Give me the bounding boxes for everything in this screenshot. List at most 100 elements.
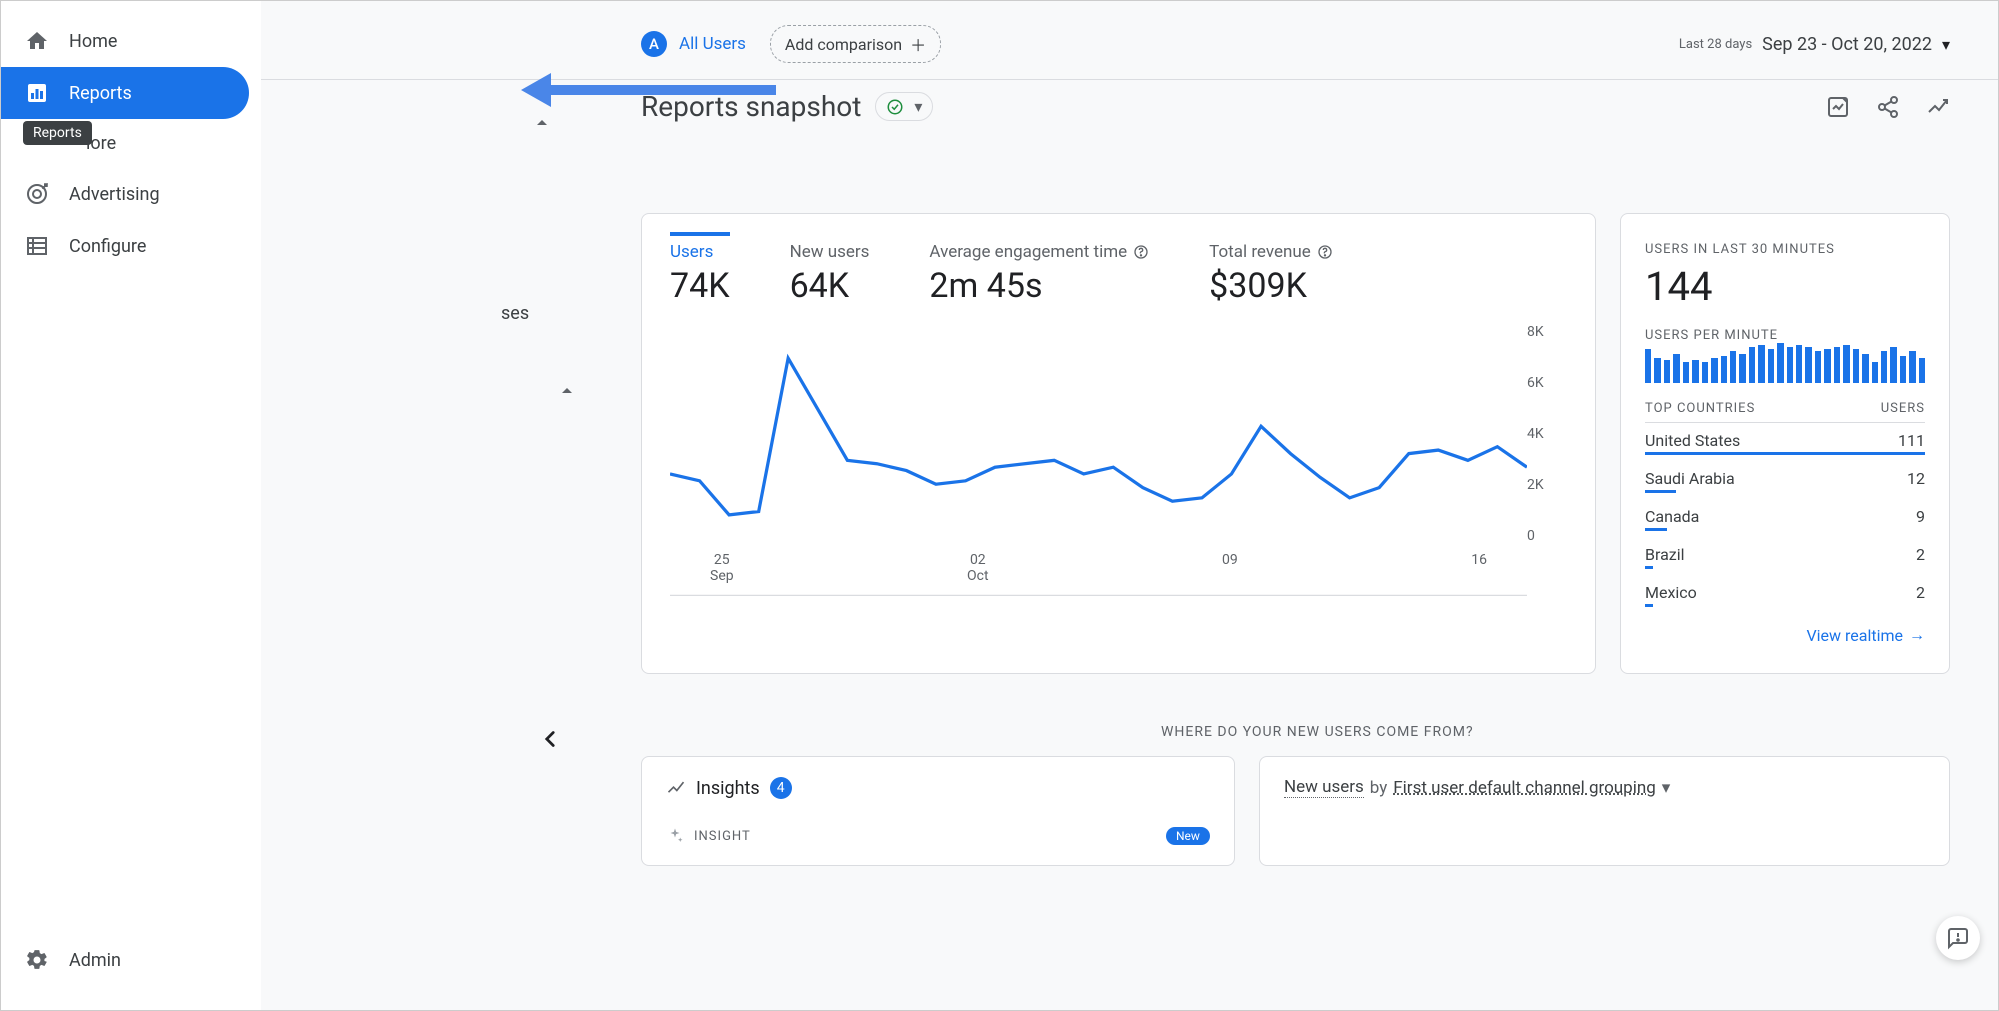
metric-newusers[interactable]: New users 64K — [790, 242, 870, 306]
section-question: WHERE DO YOUR NEW USERS COME FROM? — [261, 724, 1998, 740]
collapse-icon[interactable] — [530, 111, 554, 139]
ytick: 4K — [1527, 426, 1567, 442]
main-content: A All Users Add comparison ＋ Last 28 day… — [261, 1, 1998, 1010]
rt-label2: USERS PER MINUTE — [1645, 328, 1925, 343]
newusers-dropdown[interactable]: New users by First user default channel … — [1284, 777, 1925, 798]
insights-title-label: Insights — [696, 778, 760, 799]
insights-count-badge: 4 — [770, 777, 792, 799]
partial-text: ses — [501, 303, 529, 324]
feedback-icon — [1946, 926, 1970, 950]
sparkle-icon — [666, 827, 684, 845]
help-icon[interactable] — [1317, 244, 1333, 260]
customize-icon[interactable] — [1826, 95, 1850, 119]
rt-value: 144 — [1645, 263, 1925, 310]
mini-bar — [1721, 356, 1727, 383]
help-icon[interactable] — [1133, 244, 1149, 260]
nav-configure[interactable]: Configure — [1, 220, 249, 272]
feedback-button[interactable] — [1936, 916, 1980, 960]
nav-advertising-label: Advertising — [69, 184, 160, 205]
sparkline-icon — [666, 778, 686, 798]
rt-label1: USERS IN LAST 30 MINUTES — [1645, 242, 1925, 257]
metric-rev-label: Total revenue — [1209, 242, 1311, 262]
mini-bar — [1919, 358, 1925, 383]
nu-dimension: First user default channel grouping — [1393, 778, 1656, 798]
view-realtime-link[interactable]: View realtime → — [1645, 625, 1925, 645]
country-name: United States — [1645, 431, 1740, 450]
metric-newusers-value: 64K — [790, 266, 870, 306]
nav-home-label: Home — [69, 31, 117, 52]
country-bar — [1645, 452, 1925, 455]
country-name: Saudi Arabia — [1645, 469, 1735, 488]
tooltip-reports: Reports — [23, 121, 92, 145]
mini-bar — [1900, 356, 1906, 383]
xtick: 25Sep — [710, 552, 734, 584]
insights-icon[interactable] — [1926, 95, 1950, 119]
xtick: 09 — [1222, 552, 1238, 584]
country-row: Brazil 2 — [1645, 537, 1925, 566]
add-comparison-label: Add comparison — [785, 35, 902, 54]
ytick: 0 — [1527, 528, 1567, 544]
verify-pill[interactable]: ▾ — [875, 92, 933, 121]
metric-engagement[interactable]: Average engagement time 2m 45s — [929, 242, 1149, 306]
nu-prefix: New users — [1284, 777, 1364, 798]
mini-bar — [1683, 362, 1689, 383]
date-picker[interactable]: Last 28 days Sep 23 - Oct 20, 2022 ▾ — [1679, 34, 1950, 55]
country-name: Canada — [1645, 507, 1699, 526]
country-users: 111 — [1898, 431, 1925, 450]
arrow-right-icon: → — [1909, 625, 1925, 645]
country-name: Mexico — [1645, 583, 1697, 602]
mini-bar — [1664, 360, 1670, 383]
realtime-card: USERS IN LAST 30 MINUTES 144 USERS PER M… — [1620, 213, 1950, 674]
mini-bar — [1805, 347, 1811, 383]
dropdown-icon: ▾ — [1942, 35, 1950, 54]
chevron-up-icon[interactable] — [555, 379, 579, 407]
sidebar: Home Reports Reports lore Advertising Co… — [1, 1, 261, 1010]
metric-users-label: Users — [670, 232, 730, 262]
action-icons — [1826, 95, 1950, 119]
mini-bar — [1673, 354, 1679, 383]
mini-bar — [1768, 349, 1774, 383]
mini-bar — [1815, 351, 1821, 383]
nav-advertising[interactable]: Advertising — [1, 168, 249, 220]
dropdown-icon: ▾ — [1662, 778, 1671, 798]
mini-bar — [1796, 345, 1802, 383]
mini-bar — [1702, 362, 1708, 383]
home-icon — [25, 29, 49, 53]
segment-label[interactable]: All Users — [679, 34, 746, 54]
mini-bar — [1654, 358, 1660, 383]
back-arrow-icon[interactable] — [537, 726, 563, 759]
check-circle-icon — [886, 98, 904, 116]
metric-revenue[interactable]: Total revenue $309K — [1209, 242, 1333, 306]
overview-card: Users 74K New users 64K Average engageme… — [641, 213, 1596, 674]
country-users: 2 — [1916, 583, 1925, 602]
country-list: United States111Saudi Arabia12Canada9Bra… — [1645, 423, 1925, 607]
nav-admin[interactable]: Admin — [1, 934, 249, 986]
metric-eng-label: Average engagement time — [929, 242, 1127, 262]
metric-eng-value: 2m 45s — [929, 266, 1149, 306]
mini-bar — [1645, 349, 1651, 383]
country-row: Mexico 2 — [1645, 575, 1925, 604]
th-country: TOP COUNTRIES — [1645, 401, 1755, 416]
mini-bar — [1843, 345, 1849, 383]
mini-bar — [1872, 362, 1878, 383]
mini-bar — [1824, 349, 1830, 383]
country-bar — [1645, 566, 1653, 569]
date-range: Sep 23 - Oct 20, 2022 — [1762, 34, 1932, 55]
metric-users-value: 74K — [670, 266, 730, 306]
add-comparison-button[interactable]: Add comparison ＋ — [770, 25, 941, 63]
country-name: Brazil — [1645, 545, 1685, 564]
nav-home[interactable]: Home — [1, 15, 249, 67]
y-axis: 8K6K4K2K0 — [1527, 324, 1567, 544]
nav-reports[interactable]: Reports — [1, 67, 249, 119]
country-users: 9 — [1916, 507, 1925, 526]
nav-configure-label: Configure — [69, 236, 146, 257]
ytick: 8K — [1527, 324, 1567, 340]
country-users: 2 — [1916, 545, 1925, 564]
share-icon[interactable] — [1876, 95, 1900, 119]
mini-bar — [1730, 351, 1736, 383]
mini-bar — [1881, 351, 1887, 383]
mini-bar — [1758, 345, 1764, 383]
xtick: 02Oct — [967, 552, 989, 584]
metric-users[interactable]: Users 74K — [670, 242, 730, 306]
segment-avatar[interactable]: A — [641, 31, 667, 57]
